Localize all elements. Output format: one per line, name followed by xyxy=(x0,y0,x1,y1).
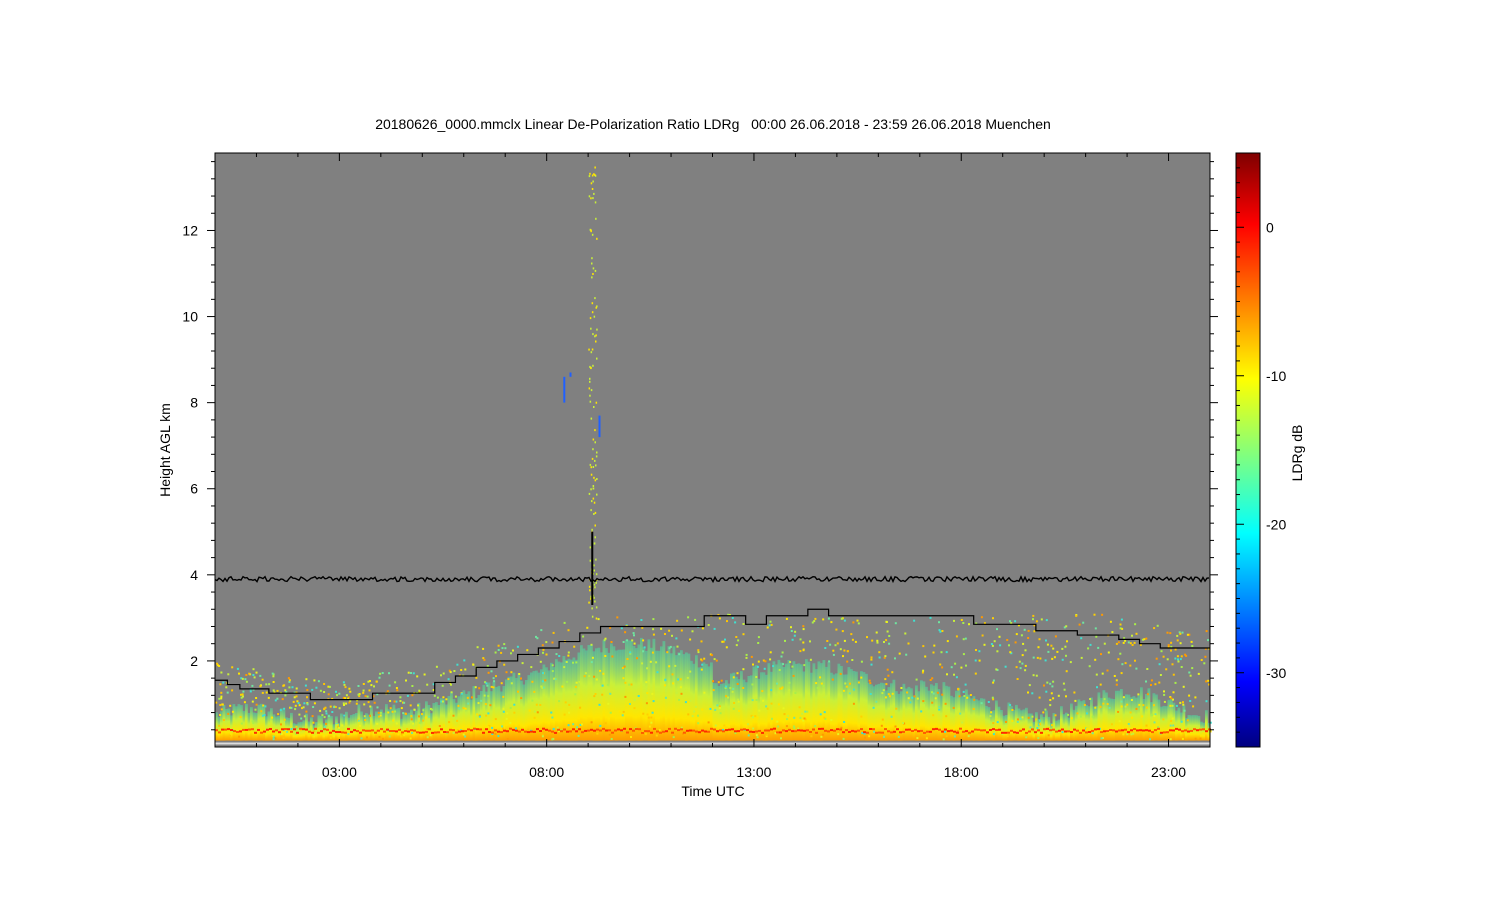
y-tick-label: 8 xyxy=(190,395,198,411)
y-tick-label: 4 xyxy=(190,567,198,583)
y-axis-label: Height AGL km xyxy=(157,403,173,497)
x-tick-label: 03:00 xyxy=(322,764,357,780)
x-tick-label: 08:00 xyxy=(529,764,564,780)
y-tick-label: 2 xyxy=(190,653,198,669)
chart-svg: 03:00 08:00 13:00 18:00 23:00 2 4 6 8 10 12 Time … xyxy=(157,152,1305,799)
colorbar-label: LDRg dB xyxy=(1289,425,1305,482)
y-tick-label: 12 xyxy=(182,222,198,238)
colorbar-tick-label: -10 xyxy=(1266,368,1286,384)
x-axis-label: Time UTC xyxy=(681,783,744,799)
y-tick-label: 10 xyxy=(182,309,198,325)
colorbar-tick-label: -30 xyxy=(1266,665,1286,681)
x-tick-label: 18:00 xyxy=(944,764,979,780)
x-tick-label: 13:00 xyxy=(736,764,771,780)
x-tick-label: 23:00 xyxy=(1151,764,1186,780)
colorbar-tick-label: 0 xyxy=(1266,219,1274,235)
y-tick-label: 6 xyxy=(190,481,198,497)
colorbar: 0 -10 -20 -30 LDRg dB xyxy=(1235,152,1305,748)
plot-area xyxy=(214,152,1212,748)
plot-background xyxy=(215,153,1210,747)
colorbar-tick-label: -20 xyxy=(1266,516,1286,532)
